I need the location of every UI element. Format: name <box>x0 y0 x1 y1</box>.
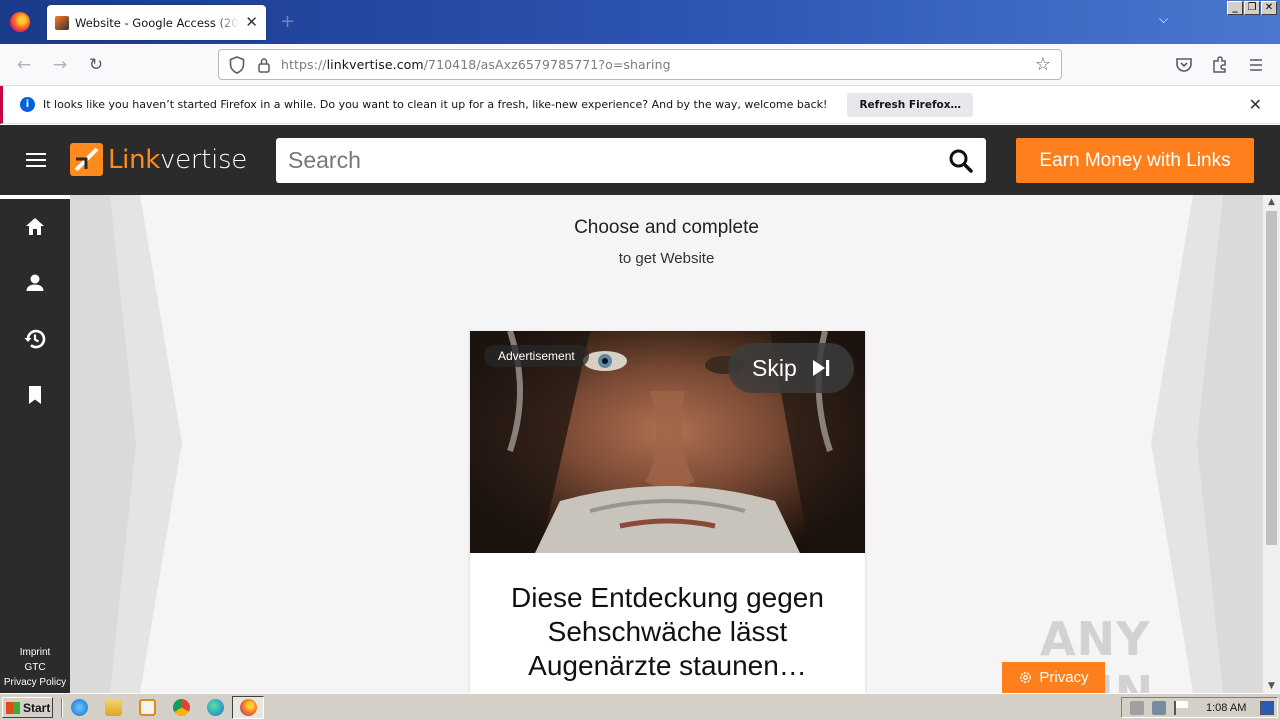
linkvertise-logo[interactable]: Linkvertise <box>70 143 247 176</box>
privacy-button[interactable]: Privacy <box>1002 662 1105 693</box>
advertisement-label: Advertisement <box>484 345 589 367</box>
action-center-flag-icon[interactable] <box>1174 700 1188 715</box>
history-icon[interactable] <box>23 327 47 351</box>
volume-icon[interactable] <box>1130 700 1144 715</box>
site-header: Linkvertise Earn Money with Links <box>0 125 1280 195</box>
gear-icon <box>1020 672 1032 683</box>
user-icon[interactable] <box>23 271 47 295</box>
search-input[interactable] <box>288 147 948 174</box>
url-text: https://linkvertise.com/710418/asAxz6579… <box>281 57 671 72</box>
pocket-icon[interactable] <box>1174 55 1194 75</box>
firefox-icon[interactable] <box>10 12 30 32</box>
window-controls: _ ❐ ✕ <box>1227 1 1277 15</box>
navigation-toolbar: ← → ↻ https://linkvertise.com/710418/asA… <box>0 44 1280 86</box>
padlock-icon[interactable] <box>257 57 271 73</box>
gtc-link[interactable]: GTC <box>0 660 70 675</box>
notification-message: It looks like you haven’t started Firefo… <box>43 98 828 111</box>
taskbar-firefox-active[interactable] <box>232 696 264 719</box>
browser-tab-active[interactable]: Website - Google Access (2023) e ✕ <box>47 5 266 40</box>
page-subtitle: to get Website <box>618 250 715 267</box>
advertisement-headline[interactable]: Diese Entdeckung gegen Sehschwäche lässt… <box>470 581 865 683</box>
advertisement-photo[interactable]: Advertisement Skip <box>470 331 865 553</box>
skip-next-icon <box>812 360 829 376</box>
tracking-protection-shield-icon[interactable] <box>229 55 245 74</box>
page-title: Choose and complete <box>574 217 759 238</box>
browser-tab-strip: Website - Google Access (2023) e ✕ + ⌵ _… <box>0 0 1280 44</box>
hamburger-menu-icon[interactable] <box>26 153 46 167</box>
network-icon[interactable] <box>1152 700 1166 715</box>
refresh-firefox-button[interactable]: Refresh Firefox… <box>847 92 974 117</box>
earn-money-button[interactable]: Earn Money with Links <box>1016 138 1254 183</box>
scrollbar-thumb[interactable] <box>1266 211 1277 545</box>
restore-icon[interactable]: ❐ <box>1244 1 1260 15</box>
scroll-down-arrow-icon[interactable]: ▼ <box>1263 679 1280 693</box>
search-icon[interactable] <box>948 148 974 174</box>
privacy-policy-link[interactable]: Privacy Policy <box>0 675 70 690</box>
window-close-icon[interactable]: ✕ <box>1261 1 1277 15</box>
start-label: Start <box>23 700 51 715</box>
firefox-refresh-notification: i It looks like you haven’t started Fire… <box>0 86 1280 124</box>
app-menu-icon[interactable] <box>1246 55 1266 75</box>
imprint-link[interactable]: Imprint <box>0 645 70 660</box>
linkvertise-logo-icon <box>70 143 103 176</box>
bookmark-icon[interactable] <box>23 383 47 407</box>
sidebar-footer: Imprint GTC Privacy Policy <box>0 645 70 690</box>
tab-close-icon[interactable]: ✕ <box>245 15 258 30</box>
new-tab-icon[interactable]: + <box>280 11 295 32</box>
url-bar[interactable]: https://linkvertise.com/710418/asAxz6579… <box>218 49 1062 80</box>
info-icon: i <box>20 97 35 112</box>
extensions-icon[interactable] <box>1210 55 1230 75</box>
bookmark-star-icon[interactable]: ☆ <box>1035 54 1051 75</box>
notification-close-icon[interactable]: ✕ <box>1249 95 1262 114</box>
site-search-box <box>276 138 986 183</box>
firefox-taskbar-icon <box>240 699 257 716</box>
file-explorer-icon[interactable] <box>105 699 122 716</box>
minimize-icon[interactable]: _ <box>1227 1 1243 15</box>
windows-flag-icon <box>6 701 20 714</box>
show-desktop-icon[interactable] <box>1260 700 1275 715</box>
skip-label: Skip <box>752 354 797 381</box>
internet-explorer-icon[interactable] <box>71 699 88 716</box>
linkvertise-favicon-icon <box>55 15 69 30</box>
scroll-up-arrow-icon[interactable]: ▲ <box>1263 195 1280 209</box>
back-arrow-icon[interactable]: ← <box>13 54 35 76</box>
taskbar-separator <box>61 698 63 717</box>
chrome-icon[interactable] <box>173 699 190 716</box>
windows-taskbar: Start 1:08 AM <box>0 693 1280 720</box>
start-button[interactable]: Start <box>2 697 53 718</box>
forward-arrow-icon[interactable]: → <box>49 54 71 76</box>
system-tray: 1:08 AM <box>1121 697 1278 718</box>
advertisement-card[interactable]: Advertisement Skip Diese Entdeckung gege… <box>470 331 865 693</box>
edge-icon[interactable] <box>207 699 224 716</box>
page-scrollbar[interactable]: ▲ ▼ <box>1263 195 1280 693</box>
privacy-label: Privacy <box>1039 669 1089 686</box>
list-all-tabs-icon[interactable]: ⌵ <box>1159 12 1168 27</box>
media-player-icon[interactable] <box>139 699 156 716</box>
tab-title: Website - Google Access (2023) e <box>75 15 239 30</box>
left-sidebar: Imprint GTC Privacy Policy <box>0 199 70 693</box>
clock: 1:08 AM <box>1206 701 1247 714</box>
reload-icon[interactable]: ↻ <box>85 54 107 76</box>
home-icon[interactable] <box>23 215 47 239</box>
skip-button[interactable]: Skip <box>728 343 854 393</box>
